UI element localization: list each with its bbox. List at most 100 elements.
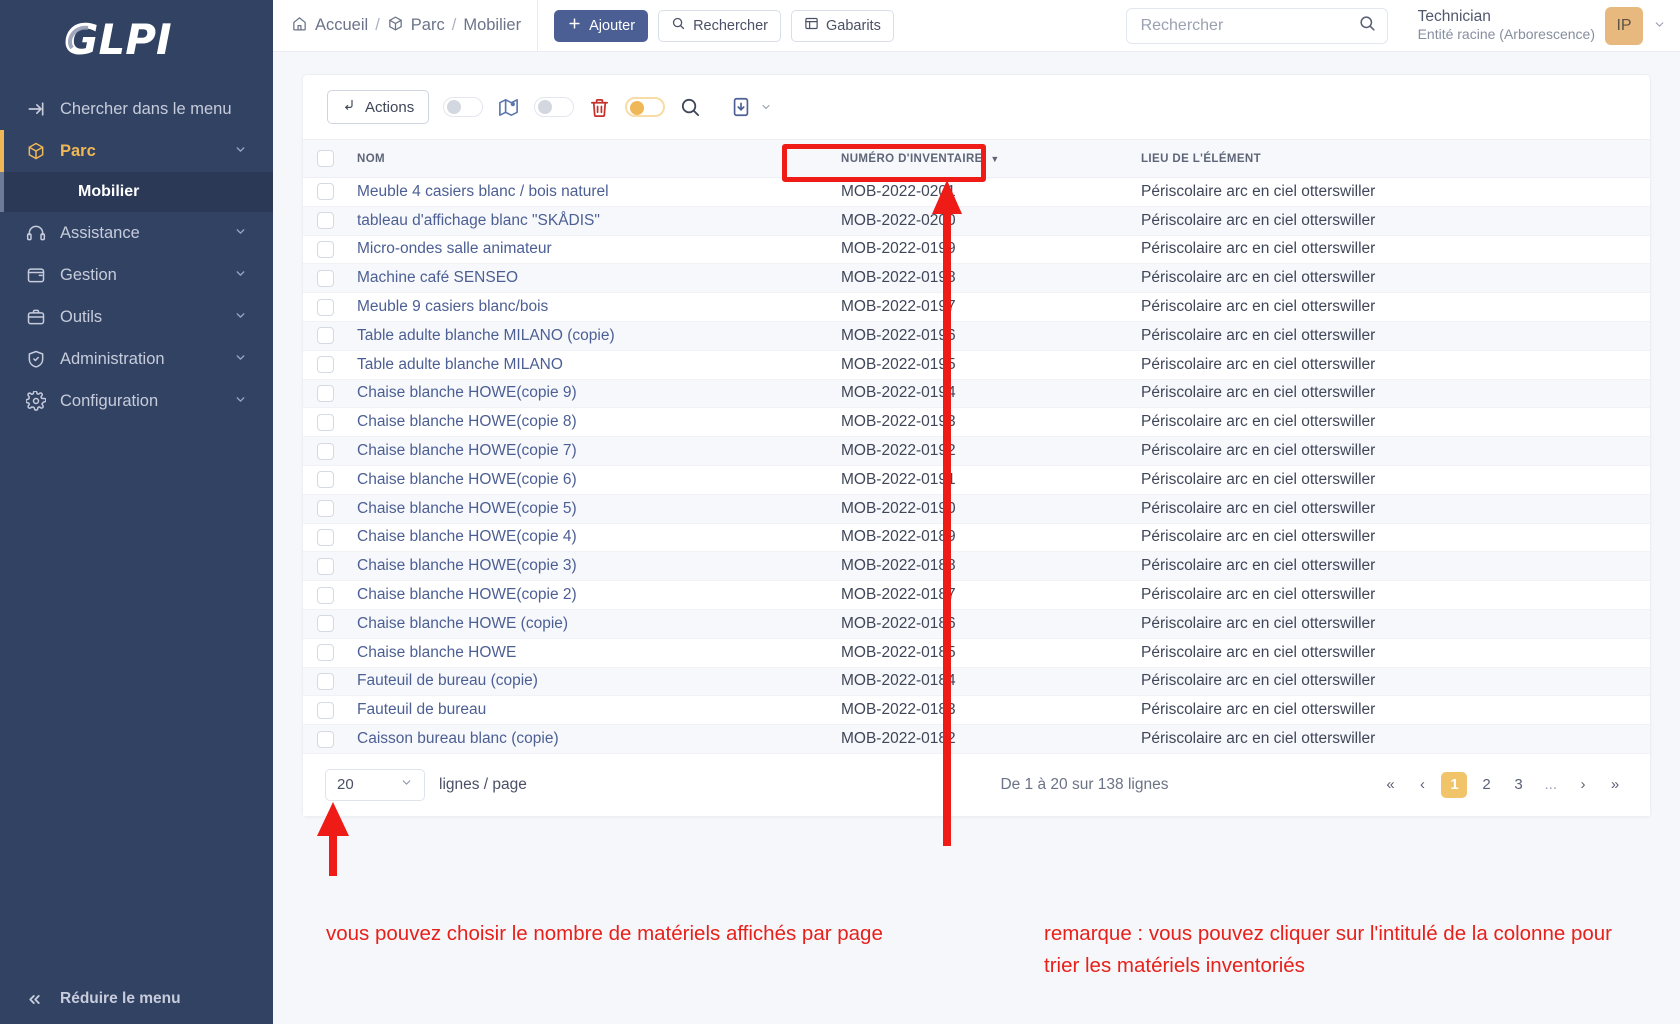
sidebar-item-administration[interactable]: Administration <box>0 338 273 380</box>
search-icon[interactable] <box>679 96 702 119</box>
delete-toggle[interactable] <box>534 97 575 117</box>
trash-icon[interactable] <box>588 96 611 119</box>
item-link[interactable]: Meuble 9 casiers blanc/bois <box>357 298 548 315</box>
item-link[interactable]: Chaise blanche HOWE(copie 6) <box>357 471 577 488</box>
item-link[interactable]: Caisson bureau blanc (copie) <box>357 730 559 747</box>
row-checkbox[interactable] <box>317 701 334 719</box>
table-row[interactable]: Chaise blanche HOWE(copie 9) MOB-2022-019… <box>303 379 1650 409</box>
item-link[interactable]: Micro-ondes salle animateur <box>357 240 552 257</box>
table-row[interactable]: Chaise blanche HOWE MOB-2022-0185 Périscol… <box>303 638 1650 668</box>
row-checkbox[interactable] <box>317 528 334 546</box>
pagination-page-3[interactable]: 3 <box>1505 772 1531 798</box>
chevron-down-icon[interactable] <box>1653 18 1666 34</box>
item-link[interactable]: Chaise blanche HOWE(copie 3) <box>357 557 577 574</box>
breadcrumb-item-accueil[interactable]: Accueil <box>291 15 368 37</box>
templates-button[interactable]: Gabarits <box>791 9 894 42</box>
item-link[interactable]: Chaise blanche HOWE(copie 5) <box>357 500 577 517</box>
column-header-name[interactable]: NOM <box>343 139 823 178</box>
table-row[interactable]: Chaise blanche HOWE(copie 7) MOB-2022-019… <box>303 436 1650 466</box>
row-checkbox[interactable] <box>317 413 334 431</box>
row-checkbox[interactable] <box>317 298 334 316</box>
file-download-icon[interactable] <box>730 96 752 118</box>
row-checkbox[interactable] <box>317 269 334 287</box>
user-menu[interactable]: Technician Entité racine (Arborescence) … <box>1388 6 1666 45</box>
pagination-next[interactable]: › <box>1570 772 1596 798</box>
table-row[interactable]: tableau d'affichage blanc "SKÅDIS" MOB-20… <box>303 206 1650 236</box>
row-checkbox[interactable] <box>317 615 334 633</box>
sidebar-item-mobilier[interactable]: Mobilier <box>0 172 273 212</box>
table-row[interactable]: Chaise blanche HOWE (copie) MOB-2022-0186… <box>303 609 1650 639</box>
table-row[interactable]: Chaise blanche HOWE(copie 4) MOB-2022-018… <box>303 523 1650 553</box>
pagination-first[interactable]: « <box>1377 772 1403 798</box>
avatar[interactable]: IP <box>1605 6 1643 45</box>
table-row[interactable]: Chaise blanche HOWE(copie 5) MOB-2022-019… <box>303 494 1650 524</box>
item-link[interactable]: Table adulte blanche MILANO <box>357 356 563 373</box>
row-checkbox[interactable] <box>317 384 334 402</box>
glpi-logo[interactable]: GLPI <box>0 0 273 80</box>
table-row[interactable]: Caisson bureau blanc (copie) MOB-2022-018… <box>303 724 1650 754</box>
row-checkbox[interactable] <box>317 442 334 460</box>
table-row[interactable]: Chaise blanche HOWE(copie 2) MOB-2022-018… <box>303 580 1650 610</box>
table-row[interactable]: Chaise blanche HOWE(copie 6) MOB-2022-019… <box>303 465 1650 495</box>
breadcrumb-item-mobilier[interactable]: Mobilier <box>463 16 521 35</box>
search-button[interactable]: Rechercher <box>658 9 782 42</box>
add-button[interactable]: Ajouter <box>554 9 649 42</box>
pagination-last[interactable]: » <box>1602 772 1628 798</box>
table-row[interactable]: Fauteuil de bureau (copie) MOB-2022-0184 P… <box>303 667 1650 697</box>
search-icon[interactable] <box>1358 14 1377 38</box>
pagination-page-1[interactable]: 1 <box>1441 771 1468 798</box>
actions-button[interactable]: Actions <box>327 90 430 124</box>
column-header-location[interactable]: LIEU DE L'ÉLÉMENT <box>1123 139 1650 178</box>
global-search-input[interactable] <box>1140 16 1358 35</box>
row-checkbox[interactable] <box>317 471 334 489</box>
row-checkbox[interactable] <box>317 586 334 604</box>
item-link[interactable]: Fauteuil de bureau <box>357 701 486 718</box>
item-link[interactable]: Meuble 4 casiers blanc / bois naturel <box>357 183 609 200</box>
table-row[interactable]: Fauteuil de bureau MOB-2022-0183 Périscola… <box>303 695 1650 726</box>
map-toggle[interactable] <box>443 97 484 117</box>
row-checkbox[interactable] <box>317 672 334 690</box>
item-link[interactable]: Chaise blanche HOWE(copie 9) <box>357 384 577 401</box>
table-row[interactable]: Meuble 4 casiers blanc / bois naturel MOB… <box>303 177 1650 207</box>
table-row[interactable]: Chaise blanche HOWE(copie 8) MOB-2022-019… <box>303 407 1650 438</box>
table-row[interactable]: Chaise blanche HOWE(copie 3) MOB-2022-018… <box>303 551 1650 582</box>
item-link[interactable]: Machine café SENSEO <box>357 269 518 286</box>
row-checkbox[interactable] <box>317 183 334 201</box>
breadcrumb-item-parc[interactable]: Parc <box>387 15 445 37</box>
item-link[interactable]: Fauteuil de bureau (copie) <box>357 672 538 689</box>
item-link[interactable]: Chaise blanche HOWE <box>357 644 516 661</box>
item-link[interactable]: Chaise blanche HOWE(copie 2) <box>357 586 577 603</box>
row-checkbox[interactable] <box>317 730 334 748</box>
collapse-menu-button[interactable]: Réduire le menu <box>0 982 273 1016</box>
item-link[interactable]: Chaise blanche HOWE(copie 7) <box>357 442 577 459</box>
pagination-prev[interactable]: ‹ <box>1409 772 1435 798</box>
table-row[interactable]: Micro-ondes salle animateur MOB-2022-0199… <box>303 235 1650 265</box>
row-checkbox[interactable] <box>317 212 334 230</box>
sidebar-item-search-menu[interactable]: Chercher dans le menu <box>0 88 273 130</box>
item-link[interactable]: Chaise blanche HOWE(copie 8) <box>357 413 577 430</box>
table-row[interactable]: Machine café SENSEO MOB-2022-0198 Périscol… <box>303 263 1650 294</box>
row-checkbox[interactable] <box>317 356 334 374</box>
table-row[interactable]: Table adulte blanche MILANO MOB-2022-0195… <box>303 350 1650 380</box>
global-search[interactable] <box>1125 7 1388 44</box>
rows-per-page-select[interactable]: 20 <box>325 768 425 801</box>
pagination-page-2[interactable]: 2 <box>1473 772 1499 798</box>
search-toggle[interactable] <box>625 97 666 117</box>
row-checkbox[interactable] <box>317 327 334 345</box>
item-link[interactable]: Chaise blanche HOWE (copie) <box>357 615 568 632</box>
row-checkbox[interactable] <box>317 500 334 518</box>
item-link[interactable]: Chaise blanche HOWE(copie 4) <box>357 528 577 545</box>
row-checkbox[interactable] <box>317 240 334 258</box>
select-all-checkbox[interactable] <box>317 150 334 167</box>
item-link[interactable]: Table adulte blanche MILANO (copie) <box>357 327 615 344</box>
sidebar-item-gestion[interactable]: Gestion <box>0 254 273 296</box>
column-header-inventory[interactable]: NUMÉRO D'INVENTAIRE ▼ <box>823 139 1123 178</box>
map-pin-icon[interactable] <box>497 96 520 119</box>
row-checkbox[interactable] <box>317 557 334 575</box>
chevron-down-icon[interactable] <box>760 101 772 113</box>
table-row[interactable]: Meuble 9 casiers blanc/bois MOB-2022-0197… <box>303 292 1650 322</box>
sidebar-item-outils[interactable]: Outils <box>0 296 273 338</box>
item-link[interactable]: tableau d'affichage blanc "SKÅDIS" <box>357 212 600 229</box>
sidebar-item-configuration[interactable]: Configuration <box>0 380 273 422</box>
sidebar-item-assistance[interactable]: Assistance <box>0 212 273 254</box>
